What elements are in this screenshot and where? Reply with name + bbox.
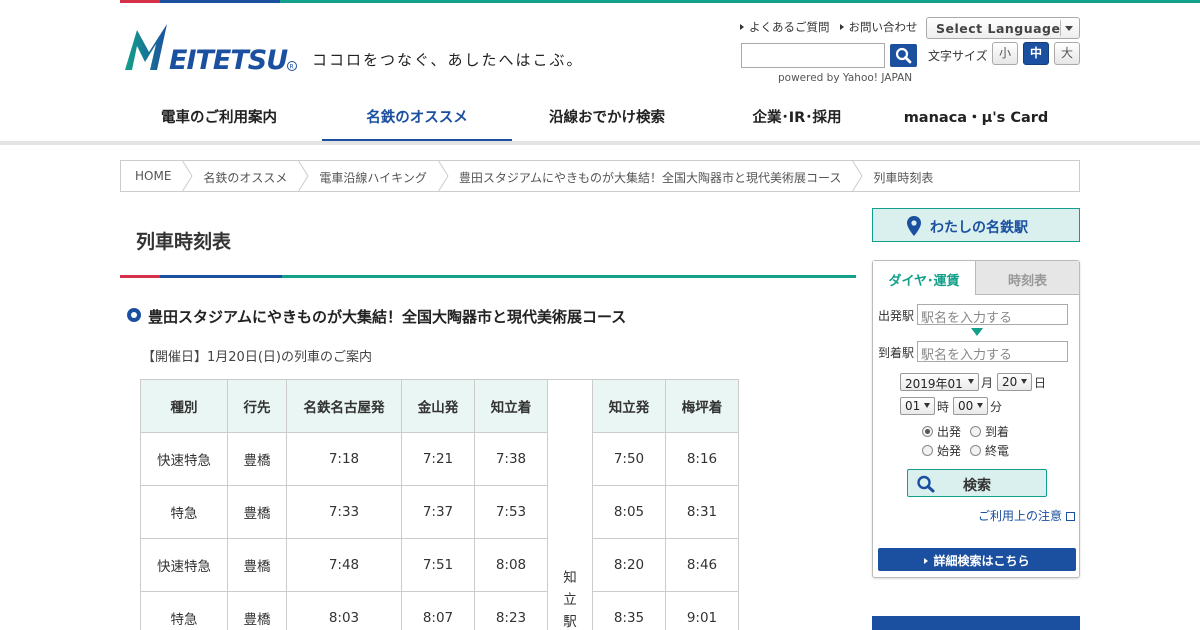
svg-text:EITETSU: EITETSU [169,45,288,74]
minute-unit: 分 [990,400,1003,414]
bullet-icon [127,308,141,322]
day-unit: 日 [1034,376,1047,390]
faq-link[interactable]: よくあるご質問 [740,19,830,35]
col-chiryu-depart: 知立発 [592,379,666,433]
radio-arrive[interactable]: 到着 [970,423,1009,440]
col-kanayama: 金山発 [401,379,475,433]
depart-label: 出発駅 [878,309,915,323]
route-search-box: ダイヤ･運賃 時刻表 出発駅 駅名を入力する 到着駅 駅名を入力する 2019年… [872,260,1080,578]
arrow-down-icon [971,328,983,336]
col-chiryu-arrive: 知立着 [474,379,548,433]
site-search-input[interactable] [741,43,885,68]
site-search-button[interactable] [890,44,917,67]
col-meitetsu-nagoya: 名鉄名古屋発 [286,379,402,433]
search-icon [895,47,912,64]
tab-timetable[interactable]: 時刻表 [976,261,1079,295]
breadcrumb-current: 列車時刻表 [873,171,934,185]
page-title: 列車時刻表 [136,231,232,253]
sidebar-banner[interactable] [872,616,1080,630]
tab-fare[interactable]: ダイヤ･運賃 [873,261,976,295]
gnav-outing-search[interactable]: 沿線おでかけ検索 [512,96,702,142]
day-select[interactable]: 20 [997,373,1032,391]
title-rule [120,275,856,278]
font-size-medium-button[interactable]: 中 [1023,42,1049,65]
table-row: 快速特急 豊橋 7:48 7:51 8:08 8:20 8:46 [140,538,739,592]
font-size-small-button[interactable]: 小 [992,42,1018,65]
year-month-select[interactable]: 2019年01 [900,373,979,391]
hour-select[interactable]: 01 [900,397,935,415]
search-icon [917,475,935,493]
month-unit: 月 [981,376,994,390]
table-header-row: 種別 行先 名鉄名古屋発 金山発 知立着 知立駅 知立発 梅坪着 [140,379,739,630]
col-type: 種別 [140,379,228,433]
arrive-label: 到着駅 [878,346,915,360]
meitetsu-logo[interactable]: EITETSU R [123,22,301,74]
usage-notes-link[interactable]: ご利用上の注意 [978,507,1075,524]
route-search-button[interactable]: 検索 [907,469,1047,497]
depart-station-input[interactable]: 駅名を入力する [917,304,1068,326]
table-row: 特急 豊橋 8:03 8:07 8:23 8:35 9:01 [140,591,739,630]
breadcrumb-recommend[interactable]: 名鉄のオススメ [187,160,310,192]
gnav-corporate[interactable]: 企業･IR･採用 [702,96,892,142]
font-size-large-button[interactable]: 大 [1054,42,1080,65]
radio-first-train[interactable]: 始発 [922,442,961,459]
font-size-label: 文字サイズ [928,49,988,63]
breadcrumb-home[interactable]: HOME [121,160,193,192]
breadcrumb-course[interactable]: 豊田スタジアムにやきものが大集結！全国大陶器市と現代美術展コース [443,160,863,192]
header-links: よくあるご質問 お問い合わせ [740,19,918,35]
gnav-manaca[interactable]: manaca・μ's Card [892,96,1060,142]
table-row: 快速特急 豊橋 7:18 7:21 7:38 7:50 8:16 [140,432,739,486]
arrow-right-icon [924,558,929,564]
section-title: 豊田スタジアムにやきものが大集結！全国大陶器市と現代美術展コース [148,308,627,326]
table-row: 特急 豊橋 7:33 7:37 7:53 8:05 8:31 [140,485,739,539]
my-meitetsu-button[interactable]: わたしの名鉄駅 [872,208,1080,242]
train-timetable: 種別 行先 名鉄名古屋発 金山発 知立着 知立駅 知立発 梅坪着 快速特急 豊橋 7… [140,379,739,630]
minute-select[interactable]: 00 [953,397,988,415]
top-accent-line [0,0,1200,3]
language-select[interactable]: Select Language [926,17,1080,39]
external-link-icon [1066,512,1075,521]
hour-unit: 時 [937,400,950,414]
radio-depart[interactable]: 出発 [922,423,961,440]
breadcrumb: HOME 名鉄のオススメ 電車沿線ハイキング 豊田スタジアムにやきものが大集結！… [120,160,1080,192]
map-pin-icon [907,216,921,236]
breadcrumb-hiking[interactable]: 電車沿線ハイキング [303,160,449,192]
detail-search-button[interactable]: 詳細検索はこちら [878,548,1076,571]
radio-last-train[interactable]: 終電 [970,442,1009,459]
nav-divider [0,141,1200,145]
gnav-train-guide[interactable]: 電車のご利用案内 [120,96,318,142]
arrive-station-input[interactable]: 駅名を入力する [917,341,1068,363]
svg-text:R: R [290,64,294,71]
contact-link[interactable]: お問い合わせ [839,19,918,35]
col-umetsubo: 梅坪着 [665,379,739,433]
search-powered-by: powered by Yahoo! JAPAN [778,72,913,84]
event-date: 【開催日】1月20日(日)の列車のご案内 [142,350,372,365]
tagline: ココロをつなぐ、あしたへはこぶ。 [312,51,584,69]
chevron-down-icon [1065,26,1073,31]
col-destination: 行先 [227,379,287,433]
transfer-station-cell: 知立駅 [547,379,593,630]
global-nav: 電車のご利用案内 名鉄のオススメ 沿線おでかけ検索 企業･IR･採用 manac… [120,96,1080,144]
gnav-recommend[interactable]: 名鉄のオススメ [322,96,512,144]
